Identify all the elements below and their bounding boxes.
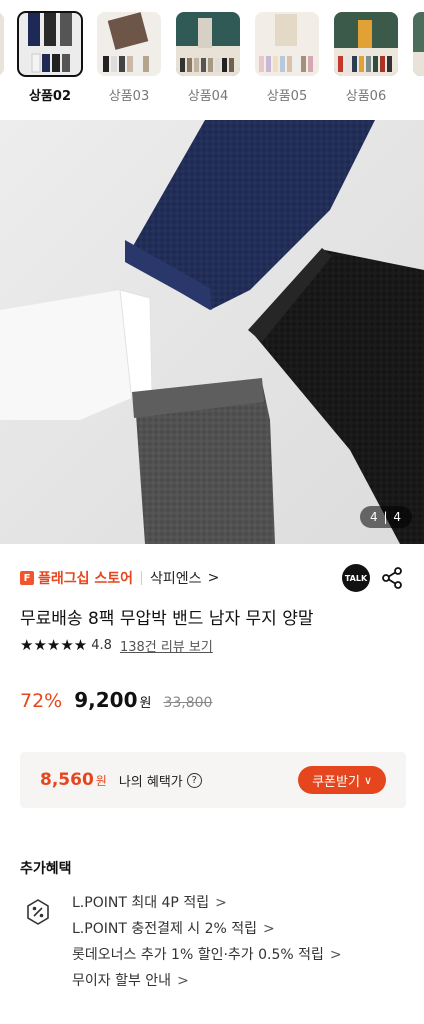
- share-icon[interactable]: [380, 566, 404, 590]
- socks-photo: [0, 120, 424, 544]
- benefit-item-lotte-owners[interactable]: 롯데오너스 추가 1% 할인·추가 0.5% 적립 >: [72, 942, 342, 968]
- chevron-right-icon: >: [329, 947, 342, 963]
- image-counter: 4 | 4: [360, 506, 412, 528]
- extra-benefits-list: L.POINT 최대 4P 적립 > L.POINT 충전결제 시 2% 적립 > …: [72, 890, 342, 994]
- rating-value: 4.8: [91, 637, 112, 653]
- divider: [141, 571, 143, 585]
- thumbnail-partial-left[interactable]: [0, 12, 4, 76]
- socks-thumbnail-image: [334, 12, 398, 76]
- benefit-item-label: L.POINT 최대 4P 적립: [72, 895, 210, 911]
- store-row: F 플래그십 스토어 삭피엔스 > TALK: [20, 564, 404, 592]
- socks-thumbnail-image: [18, 12, 82, 76]
- benefit-item-lpoint-charge[interactable]: L.POINT 충전결제 시 2% 적립 >: [72, 916, 342, 942]
- benefit-item-label: 롯데오너스 추가 1% 할인·추가 0.5% 적립: [72, 947, 324, 963]
- percent-badge-icon: [27, 899, 49, 925]
- flagship-store-label: 플래그십 스토어: [38, 571, 134, 587]
- review-link[interactable]: 138건 리뷰 보기: [120, 636, 213, 655]
- coupon-button-label: 쿠폰받기: [312, 774, 360, 790]
- thumbnail-partial-right[interactable]: [413, 12, 424, 76]
- product-hero-image[interactable]: 4 | 4: [0, 120, 424, 544]
- sale-price: 9,200: [74, 688, 138, 712]
- thumbnail-label-05[interactable]: 상품05: [248, 85, 326, 104]
- benefit-price: 8,560: [40, 770, 94, 790]
- chevron-right-icon: >: [215, 895, 227, 911]
- thumbnail-item-04[interactable]: [176, 12, 240, 76]
- extra-benefits-title: 추가혜택: [20, 861, 72, 877]
- thumbnail-label-02[interactable]: 상품02: [11, 85, 89, 104]
- thumbnail-item-05[interactable]: [255, 12, 319, 76]
- thumbnail-label-04[interactable]: 상품04: [169, 85, 247, 104]
- thumbnail-strip: 상품02 상품03 상품04 상품05 상품06: [0, 0, 424, 112]
- rating-stars-icon: ★★★★★: [20, 636, 88, 654]
- get-coupon-button[interactable]: 쿠폰받기 ∨: [298, 766, 386, 794]
- socks-thumbnail-image: [176, 12, 240, 76]
- currency-unit: 원: [139, 696, 152, 711]
- thumbnail-label-03[interactable]: 상품03: [90, 85, 168, 104]
- chevron-down-icon: ∨: [363, 773, 372, 787]
- product-title: 무료배송 8팩 무압박 밴드 남자 무지 양말: [20, 609, 314, 629]
- thumbnail-item-03[interactable]: [97, 12, 161, 76]
- benefit-currency-unit: 원: [95, 773, 107, 788]
- rating-row: ★★★★★ 4.8 138건 리뷰 보기: [20, 636, 213, 655]
- benefit-item-installment[interactable]: 무이자 할부 안내 >: [72, 968, 342, 994]
- original-price: 33,800: [163, 695, 213, 711]
- benefit-item-label: L.POINT 충전결제 시 2% 적립: [72, 921, 258, 937]
- price-row: 72% 9,200 원 33,800: [20, 688, 212, 712]
- thumbnail-item-06[interactable]: [334, 12, 398, 76]
- chevron-right-icon: >: [177, 973, 189, 989]
- flagship-logo-icon: F: [20, 571, 34, 585]
- thumbnail-label-06[interactable]: 상품06: [327, 85, 405, 104]
- discount-rate: 72%: [20, 690, 63, 712]
- benefit-item-lpoint-max[interactable]: L.POINT 최대 4P 적립 >: [72, 890, 342, 916]
- chevron-right-icon: >: [263, 921, 275, 937]
- benefit-item-label: 무이자 할부 안내: [72, 973, 172, 989]
- store-name-link[interactable]: 삭피엔스: [150, 568, 202, 588]
- thumbnail-item-02[interactable]: [17, 11, 83, 77]
- my-benefit-price-box: 8,560 원 나의 혜택가 ? 쿠폰받기 ∨: [20, 752, 406, 808]
- talk-chat-icon[interactable]: TALK: [342, 564, 370, 592]
- socks-thumbnail-image: [255, 12, 319, 76]
- chevron-right-icon[interactable]: >: [208, 570, 220, 586]
- socks-thumbnail-image: [97, 12, 161, 76]
- benefit-label: 나의 혜택가: [118, 774, 183, 790]
- help-icon[interactable]: ?: [186, 772, 202, 788]
